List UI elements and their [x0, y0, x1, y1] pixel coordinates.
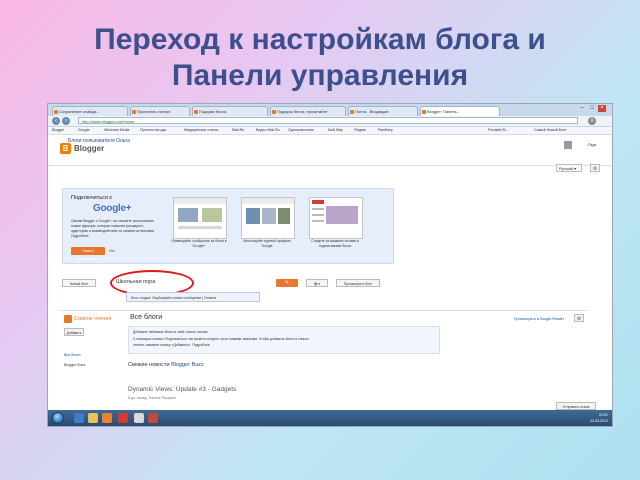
promo-thumbnail-share	[173, 197, 227, 239]
blogger-header: B Blogger Olga	[48, 135, 612, 166]
bookmark-item[interactable]: Mail.Ru	[232, 127, 244, 134]
minimize-icon[interactable]: –	[578, 105, 586, 112]
menu-icon[interactable]: ≡	[588, 117, 596, 125]
slide-title-line-1: Переход к настройкам блога и	[94, 23, 546, 56]
bookmark-item[interactable]: Одноклассники	[288, 127, 314, 134]
avatar[interactable]	[564, 141, 572, 149]
bookmark-item[interactable]: Прогноз погоды	[140, 127, 166, 134]
tab-favicon-icon	[350, 110, 354, 114]
news-heading: Свежие новости Blogger Buzz	[128, 362, 204, 368]
add-button[interactable]: Добавить	[64, 328, 84, 336]
tab-favicon-icon	[54, 110, 58, 114]
promo-thumbnail-profile	[241, 197, 295, 239]
bookmark-item[interactable]: Portable Bl...	[488, 127, 509, 134]
notice-line-1: Добавьте любимые блоги в свой список чте…	[133, 330, 208, 334]
settings-gear-icon[interactable]: ⚙	[590, 164, 600, 172]
decline-button[interactable]: Нет	[109, 247, 115, 255]
new-blog-button[interactable]: Новый блог	[62, 279, 96, 287]
bookmark-item[interactable]: Мой Мир	[328, 127, 343, 134]
side-link-all-blogs[interactable]: Все блоги	[64, 352, 81, 358]
promo-caption-2: Используйте единый профиль Google	[243, 239, 291, 248]
blogger-brand[interactable]: Blogger	[74, 143, 104, 154]
browser-tab-3[interactable]: Подарки блога	[192, 106, 268, 116]
opera-icon[interactable]	[118, 413, 128, 423]
forward-icon[interactable]: ›	[62, 117, 70, 125]
browser-screenshot: Сохранение слайда... Прочитать статью По…	[48, 104, 612, 426]
bookmark-item[interactable]: Видео Mail.Ru	[256, 127, 280, 134]
ie-icon[interactable]	[74, 413, 84, 423]
blog-created-tooltip: Блог создан! Опубликуйте новое сообщение…	[126, 292, 260, 302]
promo-title: Подключиться к	[71, 195, 112, 201]
windows-taskbar: 22:51 22.03.2012	[48, 410, 612, 426]
powerpoint-icon[interactable]	[148, 413, 158, 423]
maximize-icon[interactable]: □	[588, 105, 596, 112]
tab-favicon-icon	[272, 110, 276, 114]
browser-tab-5[interactable]: Почта - Входящие	[348, 106, 418, 116]
bookmark-item[interactable]: Яндекс	[354, 127, 366, 134]
slide-title-line-2: Панели управления	[171, 59, 469, 92]
reading-list-icon	[64, 315, 72, 323]
browser-tab-1[interactable]: Сохранение слайда...	[52, 106, 128, 116]
bookmark-item[interactable]: Рамблер	[378, 127, 393, 134]
notice-line-3: чтения, нажмите кнопку «Добавить». Подро…	[133, 343, 210, 347]
bookmark-item[interactable]: Самый Новый Блог	[534, 127, 567, 134]
tab-favicon-icon	[194, 110, 198, 114]
google-plus-logo: Google+	[93, 203, 132, 214]
bookmark-item[interactable]: Медицинские статьи	[184, 127, 218, 134]
add-blogs-notice: Добавьте любимые блоги в свой список чте…	[128, 326, 440, 354]
browser-tab-4[interactable]: Подарок блога, прочитайте	[270, 106, 346, 116]
promo-thumbnail-stats	[309, 197, 363, 239]
view-blog-button[interactable]: Просмотреть блог	[336, 279, 380, 287]
promo-caption-3: Следите за вашими гостями и подписчиками…	[311, 239, 359, 248]
browser-tab-active[interactable]: Blogger: Панель...	[420, 106, 500, 116]
reading-list-header: Список чтения Все блоги Просмотреть в Go…	[58, 310, 588, 325]
tab-favicon-icon	[132, 110, 136, 114]
tab-bar: Сохранение слайда... Прочитать статью По…	[48, 104, 612, 116]
close-icon[interactable]: ×	[598, 105, 606, 112]
post-meta: 6 дн. назад. Pauline Pasquier	[128, 396, 176, 400]
view-in-reader-link[interactable]: Просмотреть в Google Reader	[514, 314, 564, 324]
media-player-icon[interactable]	[102, 413, 112, 423]
new-post-pencil-icon[interactable]: ✎	[276, 279, 298, 287]
start-button-icon[interactable]	[52, 412, 64, 424]
bookmark-item[interactable]: Windows Media	[104, 127, 129, 134]
explorer-folder-icon[interactable]	[88, 413, 98, 423]
reading-list-title: Список чтения	[74, 316, 112, 322]
url-input[interactable]: http://www.blogger.com/home	[78, 117, 578, 124]
blogger-logo-icon[interactable]: B	[60, 143, 71, 154]
reading-list-gear-icon[interactable]: ⚙	[574, 314, 584, 322]
blogs-label: Блоги пользователя Ольга	[68, 138, 130, 144]
blog-menu-icon[interactable]: ▤ ▾	[306, 279, 328, 287]
side-link-blogger-buzz[interactable]: Blogger Buzz	[64, 362, 85, 368]
notice-line-2: С помощью кнопки «Подписаться» вы можете…	[133, 337, 309, 341]
start-using-button[interactable]: Начать использование	[71, 247, 105, 261]
browser-tab-2[interactable]: Прочитать статью	[130, 106, 190, 116]
bookmark-item[interactable]: Blogger	[52, 127, 64, 134]
send-feedback-button[interactable]: Отправить отзыв	[556, 402, 596, 410]
blogger-buzz-link[interactable]: Blogger Buzz	[171, 362, 204, 368]
language-select[interactable]: Русский ▾	[556, 164, 582, 172]
all-blogs-heading: Все блоги	[130, 314, 163, 321]
slide-title: Переход к настройкам блога и Панели упра…	[0, 22, 640, 94]
google-plus-promo: Подключиться к Google+ Связав Blogger с …	[62, 188, 394, 264]
user-name[interactable]: Olga	[588, 141, 596, 149]
promo-text: Связав Blogger с Google+, вы сможете исп…	[71, 219, 155, 238]
promo-caption-1: Размещайте сообщения из блога в Google+	[171, 239, 227, 248]
bookmark-item[interactable]: Google	[78, 127, 90, 134]
chrome-icon[interactable]	[134, 413, 144, 423]
system-clock[interactable]: 22:51 22.03.2012	[590, 412, 608, 424]
address-bar: ‹ › http://www.blogger.com/home ≡	[48, 116, 612, 127]
back-icon[interactable]: ‹	[52, 117, 60, 125]
bookmarks-bar: Blogger Google Windows Media Прогноз пог…	[48, 127, 612, 135]
post-title-link[interactable]: Dynamic Views: Update #3 - Gadgets	[128, 386, 236, 393]
tab-favicon-icon	[422, 110, 426, 114]
